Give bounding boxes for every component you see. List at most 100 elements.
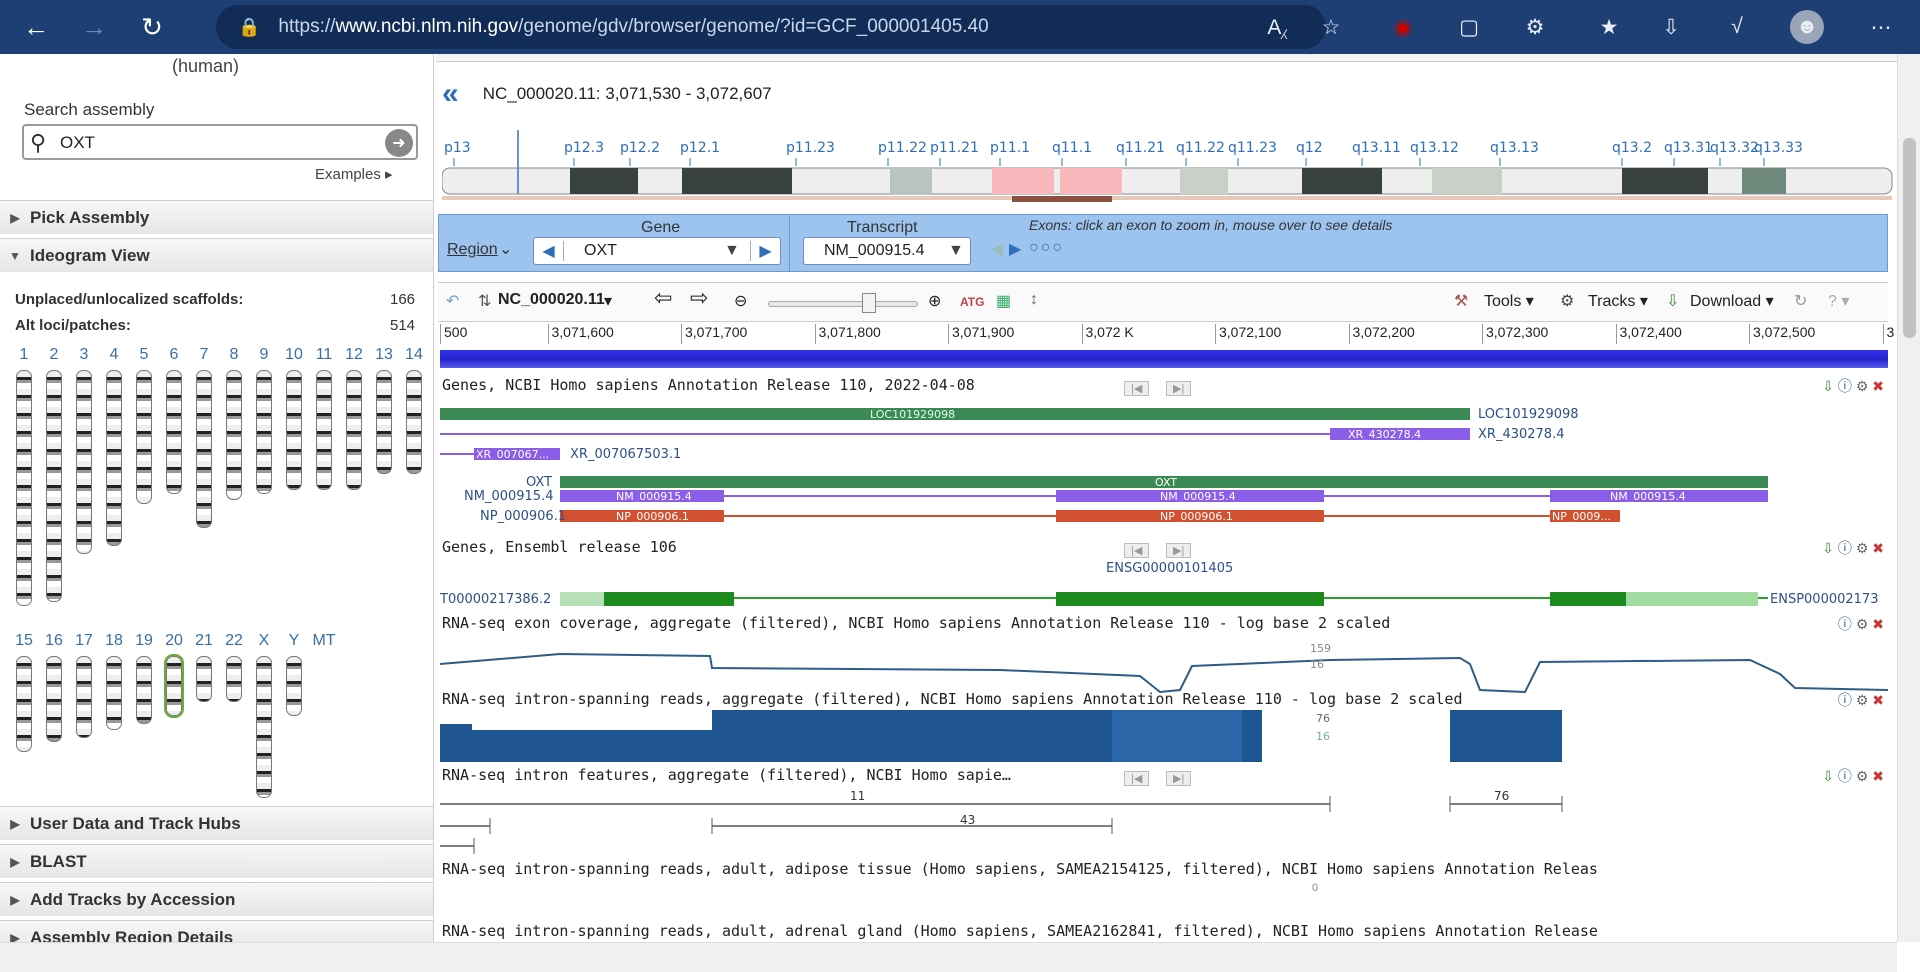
- chromosome-bar[interactable]: [196, 370, 212, 528]
- chromosome-bar[interactable]: [316, 370, 332, 490]
- examples-link[interactable]: Examples ▸: [315, 165, 393, 183]
- sequence-name[interactable]: NC_000020.11: [498, 291, 605, 309]
- close-icon[interactable]: ✖: [1872, 616, 1884, 632]
- pick-assembly-section[interactable]: ▶ Pick Assembly: [0, 200, 433, 234]
- atg-icon[interactable]: ATG: [960, 295, 984, 309]
- band-label-p11.23[interactable]: p11.23: [786, 140, 835, 156]
- close-icon[interactable]: ✖: [1872, 540, 1884, 556]
- flip-strand-icon[interactable]: ⇅: [478, 291, 491, 311]
- gear-icon[interactable]: ⚙: [1856, 692, 1869, 708]
- chromosome-bar[interactable]: [106, 370, 122, 546]
- band-label-q12[interactable]: q12: [1296, 140, 1323, 156]
- close-icon[interactable]: ✖: [1872, 378, 1884, 394]
- marker-icon[interactable]: ▦: [996, 291, 1011, 311]
- pan-left-icon[interactable]: |◀: [1124, 543, 1150, 558]
- track-pan-controls[interactable]: |◀ ▶|: [1124, 541, 1192, 558]
- chromosome-bar[interactable]: [346, 370, 362, 490]
- band-label-q13.11[interactable]: q13.11: [1352, 140, 1401, 156]
- info-icon[interactable]: ⓘ: [1838, 692, 1852, 708]
- reload-icon[interactable]: ↻: [1794, 291, 1807, 311]
- info-icon[interactable]: ⓘ: [1838, 768, 1852, 784]
- track-pan-controls[interactable]: |◀ ▶|: [1124, 379, 1192, 396]
- chromosome-16[interactable]: 16: [42, 632, 66, 742]
- chromosome-5[interactable]: 5: [132, 346, 156, 504]
- sequence-band[interactable]: [440, 350, 1888, 368]
- read-aloud-icon[interactable]: A⁁: [1260, 10, 1294, 44]
- info-icon[interactable]: ⓘ: [1838, 378, 1852, 394]
- track-icons-coverage[interactable]: ⓘ ⚙ ✖: [1838, 614, 1884, 634]
- help-icon[interactable]: ? ▾: [1828, 291, 1849, 311]
- add-tracks-section[interactable]: ▶ Add Tracks by Accession: [0, 882, 433, 916]
- assembly-region-section[interactable]: ▶ Assembly Region Details: [0, 920, 433, 942]
- document-icon[interactable]: ▢: [1452, 10, 1486, 44]
- band-label-p11.21[interactable]: p11.21: [930, 140, 979, 156]
- chromosome-2[interactable]: 2: [42, 346, 66, 602]
- horizontal-scrollbar[interactable]: [0, 942, 1897, 972]
- band-label-q13.2[interactable]: q13.2: [1612, 140, 1652, 156]
- chromosome-3[interactable]: 3: [72, 346, 96, 554]
- downloads-icon[interactable]: ⇩: [1654, 10, 1688, 44]
- vertical-scrollbar[interactable]: [1897, 54, 1920, 942]
- zoom-slider[interactable]: [768, 301, 918, 307]
- chevron-down-icon[interactable]: ⌄: [499, 239, 512, 259]
- chromosome-15[interactable]: 15: [12, 632, 36, 752]
- chromosome-bar[interactable]: [16, 656, 32, 752]
- band-label-q11.1[interactable]: q11.1: [1052, 140, 1092, 156]
- close-icon[interactable]: ✖: [1872, 768, 1884, 784]
- chromosome-11[interactable]: 11: [312, 346, 336, 490]
- extensions-puzzle-icon[interactable]: ⚙: [1518, 10, 1552, 44]
- pan-left-icon[interactable]: ⇦: [654, 285, 672, 311]
- chromosome-7[interactable]: 7: [192, 346, 216, 528]
- download-menu[interactable]: Download ▾: [1690, 291, 1774, 311]
- pan-right-icon[interactable]: ⇨: [690, 285, 708, 311]
- chromosome-X[interactable]: X: [252, 632, 276, 798]
- chromosome-14[interactable]: 14: [402, 346, 426, 474]
- ideogram-view-section[interactable]: ▼ Ideogram View: [0, 238, 433, 272]
- chromosome-22[interactable]: 22: [222, 632, 246, 702]
- forward-arrow-icon[interactable]: →: [72, 5, 116, 49]
- collapse-panel-icon[interactable]: «: [442, 77, 459, 111]
- chromosome-bar[interactable]: [226, 370, 242, 500]
- chromosome-bar[interactable]: [76, 656, 92, 738]
- chromosome-6[interactable]: 6: [162, 346, 186, 494]
- band-label-q13.32[interactable]: q13.32: [1710, 140, 1759, 156]
- band-label-q13.12[interactable]: q13.12: [1410, 140, 1459, 156]
- favorites-icon[interactable]: ★: [1592, 10, 1626, 44]
- back-arrow-icon[interactable]: ←: [14, 5, 58, 49]
- chromosome-bar[interactable]: [16, 370, 32, 606]
- chromosome-bar[interactable]: [256, 370, 272, 494]
- pan-right-icon[interactable]: ▶|: [1166, 381, 1192, 396]
- exon-circles[interactable]: ○○○: [1029, 239, 1064, 257]
- band-label-p12.3[interactable]: p12.3: [564, 140, 604, 156]
- next-exon-icon[interactable]: ▶: [1009, 239, 1021, 259]
- ncbi-gene-track[interactable]: LOC101929098 LOC101929098 XR_430278.4 XR…: [440, 400, 1888, 540]
- prev-gene-icon[interactable]: ◀: [534, 241, 564, 261]
- refresh-icon[interactable]: ↻: [130, 5, 174, 49]
- chromosome-12[interactable]: 12: [342, 346, 366, 490]
- exon-coverage-graph[interactable]: 159 16: [440, 634, 1888, 694]
- gear-icon[interactable]: ⚙: [1856, 768, 1869, 784]
- band-label-q13.33[interactable]: q13.33: [1754, 140, 1803, 156]
- chromosome-19[interactable]: 19: [132, 632, 156, 724]
- favorite-add-icon[interactable]: ☆: [1314, 10, 1348, 44]
- track-icons-ncbi[interactable]: ⇩ ⓘ ⚙ ✖: [1822, 376, 1884, 396]
- band-label-p11.22[interactable]: p11.22: [878, 140, 927, 156]
- chromosome-bar[interactable]: [256, 656, 272, 798]
- scrollbar-thumb[interactable]: [1903, 138, 1916, 338]
- gear-icon[interactable]: ⚙: [1856, 378, 1869, 394]
- pan-left-icon[interactable]: |◀: [1124, 381, 1150, 396]
- chromosome-bar[interactable]: [286, 370, 302, 490]
- band-label-p12.1[interactable]: p12.1: [680, 140, 720, 156]
- zoom-out-icon[interactable]: ⊖: [734, 291, 747, 311]
- download-icon[interactable]: ⇩: [1822, 540, 1834, 556]
- band-label-q13.13[interactable]: q13.13: [1490, 140, 1539, 156]
- band-label-q11.21[interactable]: q11.21: [1116, 140, 1165, 156]
- band-label-p13[interactable]: p13: [444, 140, 471, 156]
- info-icon[interactable]: ⓘ: [1838, 540, 1852, 556]
- profile-avatar[interactable]: ☻: [1790, 10, 1824, 44]
- chromosome-4[interactable]: 4: [102, 346, 126, 546]
- ensembl-gene-track[interactable]: ENSG00000101405 T00000217386.2 ENSP00000…: [440, 558, 1888, 608]
- collapse-icon[interactable]: ↕: [1030, 291, 1038, 309]
- chromosome-bar[interactable]: [46, 370, 62, 602]
- band-label-q11.22[interactable]: q11.22: [1176, 140, 1225, 156]
